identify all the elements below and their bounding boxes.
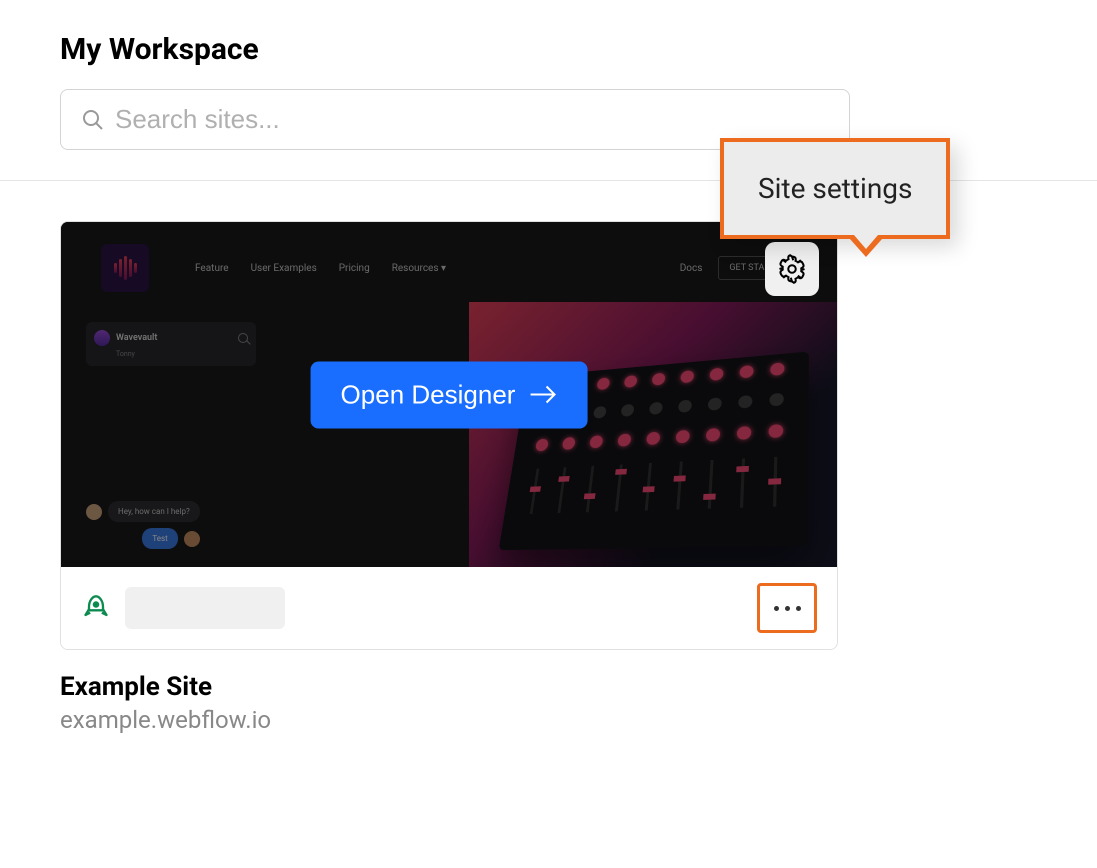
page-title: My Workspace	[60, 32, 1037, 67]
site-card-footer	[61, 567, 837, 649]
gear-icon	[777, 254, 807, 284]
site-url[interactable]: example.webflow.io	[60, 706, 1037, 734]
site-preview: Feature User Examples Pricing Resources …	[61, 222, 837, 567]
search-icon	[81, 108, 105, 132]
site-settings-tooltip: Site settings	[720, 138, 950, 239]
site-settings-button[interactable]	[765, 242, 819, 296]
site-card[interactable]: Feature User Examples Pricing Resources …	[60, 221, 838, 650]
arrow-right-icon	[529, 385, 557, 405]
status-pill	[125, 587, 285, 629]
open-designer-button[interactable]: Open Designer	[311, 361, 588, 428]
search-input[interactable]	[115, 104, 829, 135]
site-name: Example Site	[60, 672, 1037, 702]
rocket-icon	[81, 593, 111, 623]
more-options-button[interactable]	[757, 583, 817, 633]
more-icon	[774, 606, 779, 611]
